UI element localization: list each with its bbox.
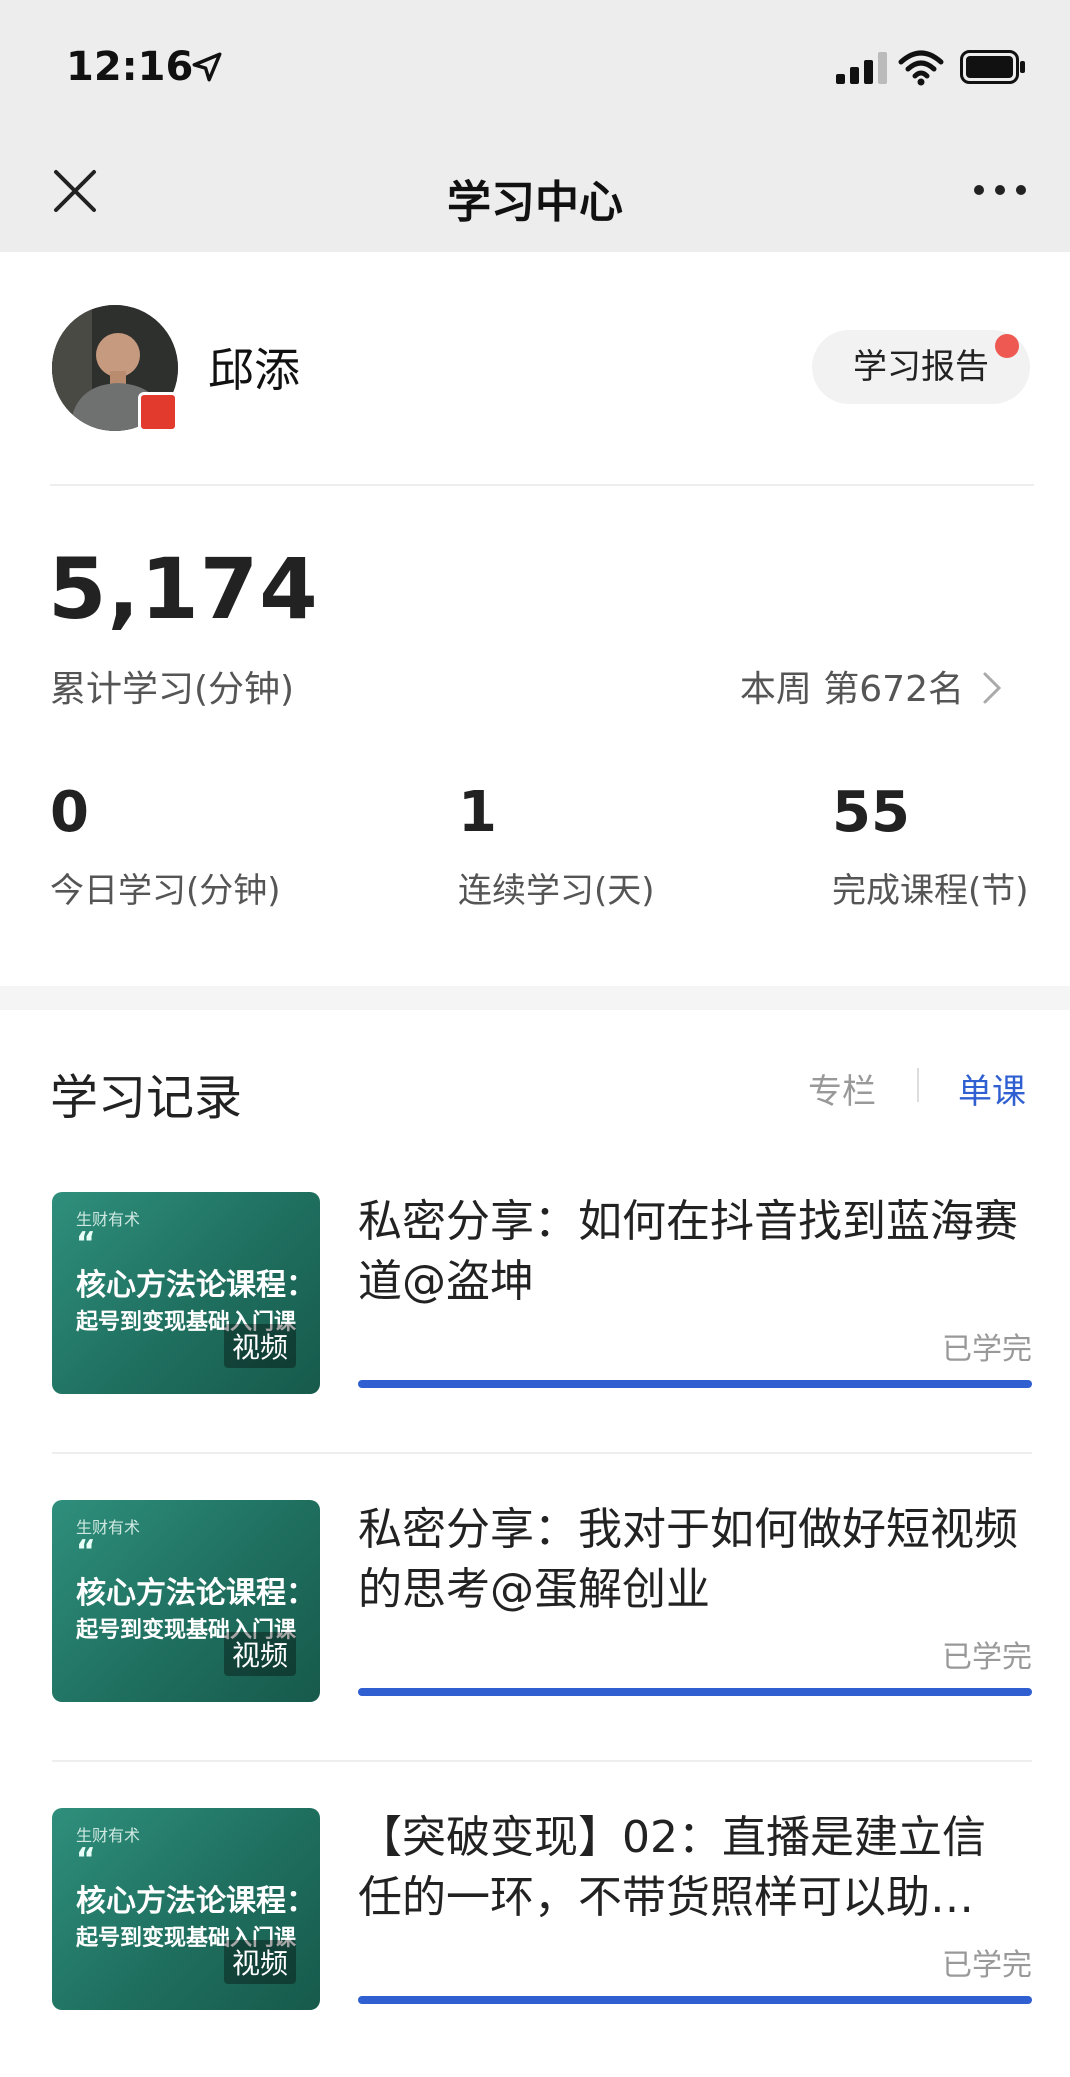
notification-dot	[995, 334, 1019, 358]
video-tag: 视频	[223, 1632, 296, 1676]
navigation-bar: 学习中心	[0, 130, 1070, 252]
thumbnail-heading: 核心方法论课程：	[76, 1576, 316, 1611]
stat-streak: 1 连续学习(天)	[458, 780, 655, 912]
course-title: 私密分享：我对于如何做好短视频的思考@蛋解创业	[358, 1504, 1018, 1615]
wifi-icon	[898, 50, 944, 86]
completion-status: 已学完	[942, 1948, 1032, 1983]
section-separator	[0, 986, 1070, 1010]
course-thumbnail: 生财有术 “ 核心方法论课程： 起号到变现基础入门课 视频	[52, 1500, 320, 1702]
total-study-label: 累计学习(分钟)	[50, 669, 295, 710]
tab-divider	[917, 1068, 919, 1102]
thumbnail-quote: “	[76, 1842, 96, 1877]
course-title: 私密分享：如何在抖音找到蓝海赛道@盗坤	[358, 1196, 1018, 1307]
stat-label: 完成课程(节)	[832, 871, 1029, 911]
progress-fill	[358, 1380, 1032, 1388]
tab-column[interactable]: 专栏	[808, 1064, 876, 1113]
list-item[interactable]: 生财有术 “ 核心方法论课程： 起号到变现基础入门课 视频 私密分享：我对于如何…	[0, 1500, 1070, 1710]
stat-value: 1	[458, 780, 497, 845]
weekly-rank-text: 本周 第672名	[739, 669, 964, 710]
progress-fill	[358, 1996, 1032, 2004]
progress-fill	[358, 1688, 1032, 1696]
progress-bar	[358, 1688, 1032, 1696]
flag-badge-icon	[138, 392, 178, 432]
progress-bar	[358, 1380, 1032, 1388]
list-item[interactable]: 生财有术 “ 核心方法论课程： 起号到变现基础入门课 视频 【突破变现】02：直…	[0, 1808, 1070, 2018]
stat-completed: 55 完成课程(节)	[832, 780, 1029, 912]
page-title: 学习中心	[447, 177, 623, 228]
stat-label: 连续学习(天)	[458, 871, 655, 911]
tab-single-lesson[interactable]: 单课	[958, 1064, 1026, 1113]
video-tag: 视频	[223, 1940, 296, 1984]
status-bar: 12:16	[0, 0, 1070, 130]
thumbnail-heading: 核心方法论课程：	[76, 1268, 316, 1303]
stat-today: 0 今日学习(分钟)	[50, 780, 281, 912]
divider	[52, 1760, 1032, 1762]
cellular-signal-icon	[836, 52, 887, 84]
video-tag: 视频	[223, 1324, 296, 1368]
section-title: 学习记录	[50, 1070, 243, 1126]
divider	[52, 1452, 1032, 1454]
completion-status: 已学完	[942, 1332, 1032, 1367]
course-title: 【突破变现】02：直播是建立信任的一环，不带货照样可以助…	[358, 1812, 986, 1923]
chevron-right-icon	[983, 672, 1002, 704]
progress-bar	[358, 1996, 1032, 2004]
stat-value: 55	[832, 780, 910, 845]
thumbnail-heading: 核心方法论课程：	[76, 1884, 316, 1919]
total-study-minutes: 5,174	[48, 540, 319, 638]
list-item[interactable]: 生财有术 “ 核心方法论课程： 起号到变现基础入门课 视频 私密分享：如何在抖音…	[0, 1192, 1070, 1402]
clock-time: 12:16	[66, 44, 194, 90]
course-thumbnail: 生财有术 “ 核心方法论课程： 起号到变现基础入门课 视频	[52, 1192, 320, 1394]
thumbnail-quote: “	[76, 1226, 96, 1261]
stat-value: 0	[50, 780, 89, 845]
course-thumbnail: 生财有术 “ 核心方法论课程： 起号到变现基础入门课 视频	[52, 1808, 320, 2010]
battery-icon	[960, 50, 1025, 84]
user-name: 邱添	[208, 343, 300, 397]
stat-label: 今日学习(分钟)	[50, 871, 281, 911]
divider	[50, 484, 1034, 486]
completion-status: 已学完	[942, 1640, 1032, 1675]
weekly-rank-link[interactable]: 本周 第672名	[740, 660, 1000, 712]
more-icon[interactable]	[972, 180, 1028, 200]
thumbnail-quote: “	[76, 1534, 96, 1569]
location-arrow-icon	[192, 52, 222, 82]
